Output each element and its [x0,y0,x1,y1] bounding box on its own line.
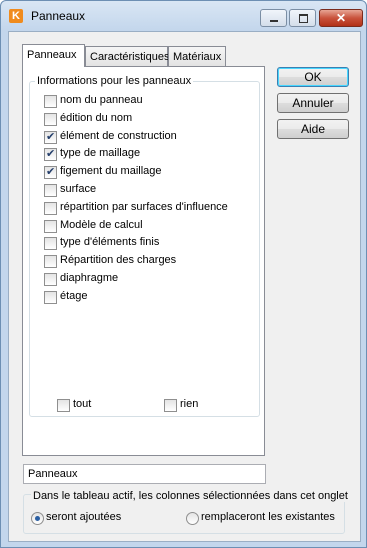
select-all-label: tout [73,398,92,410]
minimize-icon [270,20,278,22]
checkbox-box[interactable] [44,130,57,144]
checkbox-box[interactable] [44,147,57,161]
tab-caracteristiques[interactable]: Caractéristiques [85,46,169,66]
info-group-label: Informations pour les panneaux [35,75,194,87]
checkbox-box[interactable] [44,237,57,250]
mode-group-label: Dans le tableau actif, les colonnes séle… [31,490,350,502]
radio-replace-label: remplaceront les existantes [201,511,335,523]
checkbox-box[interactable] [44,165,57,179]
checkbox-box[interactable] [57,399,70,412]
checkbox-box[interactable] [164,399,177,412]
checkbox-box[interactable] [44,95,57,108]
help-button[interactable]: Aide [277,119,349,139]
checkbox-label: figement du maillage [60,165,162,177]
checkbox-box[interactable] [44,291,57,304]
title-bar[interactable]: K Panneaux ✕ [1,1,366,31]
checkbox-label: type de maillage [60,147,141,159]
dialog-window: K Panneaux ✕ Panneaux Caractéristiques M… [0,0,367,548]
cancel-button[interactable]: Annuler [277,93,349,113]
radio-add-label: seront ajoutées [46,511,122,523]
close-icon: ✕ [335,11,347,25]
checkbox-label: type d'éléments finis [60,236,160,248]
radio-add[interactable] [31,512,44,525]
checkbox-label: répartition par surfaces d'influence [60,201,228,213]
checkbox-label: surface [60,183,97,195]
tab-materiaux[interactable]: Matériaux [168,46,226,66]
app-icon: K [9,9,23,23]
checkbox-box[interactable] [44,184,57,197]
checkbox-box[interactable] [44,113,57,126]
checkbox-label: édition du nom [60,112,133,124]
checkbox-box[interactable] [44,273,57,286]
tab-panneaux[interactable]: Panneaux [22,44,85,67]
checkbox-label: diaphragme [60,272,119,284]
window-title: Panneaux [31,9,86,23]
checkbox-box[interactable] [44,220,57,233]
dialog-body: Panneaux Caractéristiques Matériaux Info… [8,31,361,542]
ok-button[interactable]: OK [277,67,349,87]
checkbox-label: élément de construction [60,130,177,142]
checkbox-label: Modèle de calcul [60,219,143,231]
name-input[interactable]: Panneaux [23,464,266,484]
checkbox-label: nom du panneau [60,94,143,106]
checkbox-box[interactable] [44,202,57,215]
select-none-label: rien [180,398,199,410]
maximize-button[interactable] [289,9,316,27]
checkbox-box[interactable] [44,255,57,268]
minimize-button[interactable] [260,9,287,27]
close-button[interactable]: ✕ [319,9,363,27]
maximize-icon [299,14,308,23]
checkbox-label: Répartition des charges [60,254,177,266]
checkbox-label: étage [60,290,88,302]
radio-replace[interactable] [186,512,199,525]
